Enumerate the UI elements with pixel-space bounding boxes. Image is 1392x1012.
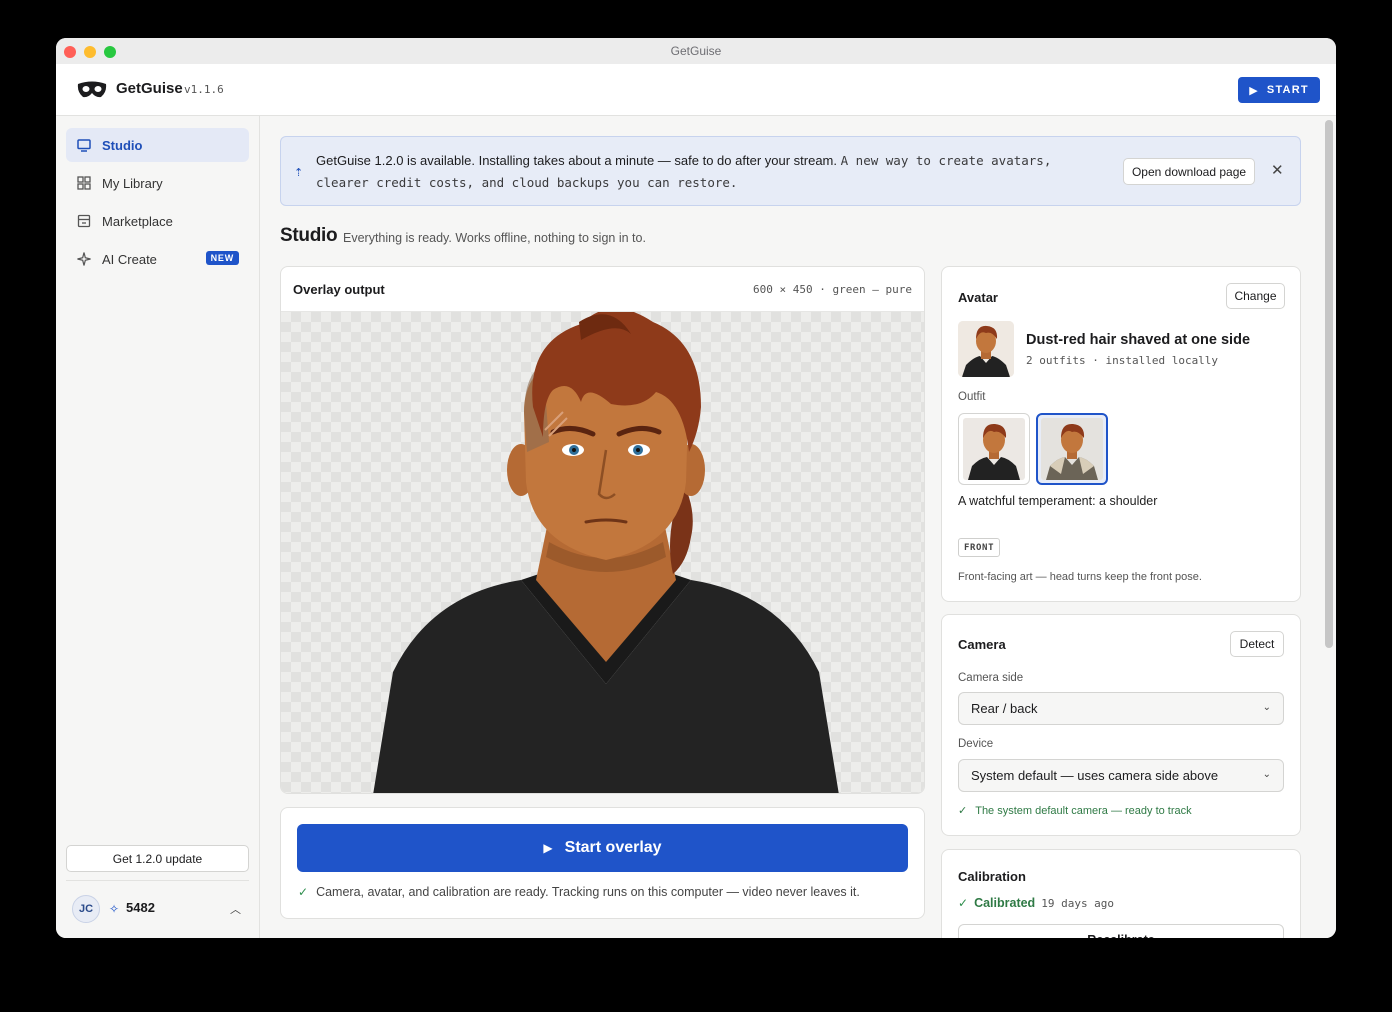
sidebar-item-label: My Library: [102, 175, 163, 191]
overlay-output-card: Overlay output 600 × 450 · green — pure: [280, 266, 925, 794]
app-window: GetGuise GetGuise v1.1.6 ▶ START Studio …: [56, 38, 1336, 938]
sidebar-item-label: Studio: [102, 137, 143, 153]
sidebar-item-label: Marketplace: [102, 213, 173, 229]
avatar-illustration: [373, 308, 839, 793]
ready-note-text: Camera, avatar, and calibration are read…: [316, 885, 860, 899]
calibration-card: Calibration ✓ Calibrated 19 days ago Rec…: [941, 849, 1301, 938]
calibration-ago: 19 days ago: [1041, 896, 1115, 910]
front-tag: FRONT: [958, 538, 1001, 557]
camera-card-title: Camera: [958, 637, 1006, 652]
banner-message: GetGuise 1.2.0 is available. Installing …: [316, 153, 837, 168]
outfit-label: Outfit: [958, 391, 986, 403]
check-icon: ✓: [298, 885, 309, 899]
outfit-description: A watchful temperament: a shoulder: [958, 494, 1158, 508]
banner-text: GetGuise 1.2.0 is available. Installing …: [316, 150, 1106, 194]
sidebar-item-label: AI Create: [102, 251, 157, 267]
play-icon: ▶: [543, 841, 553, 855]
chevron-down-icon: ⌄: [1262, 702, 1271, 713]
overlay-meta: 600 × 450 · green — pure: [753, 282, 912, 296]
avatar-name: Dust-red hair shaved at one side: [1026, 332, 1251, 348]
header-start-button[interactable]: ▶ START: [1238, 77, 1320, 103]
overlay-preview: [281, 308, 924, 793]
credit-balance: 5482: [126, 900, 155, 915]
monitor-icon: [76, 137, 92, 153]
camera-card: Camera Detect Camera side Rear / back ⌄ …: [941, 614, 1301, 836]
camera-side-select[interactable]: Rear / back ⌄: [958, 692, 1284, 725]
store-icon: [76, 213, 92, 229]
play-icon: ▶: [1249, 84, 1259, 97]
title-bar: GetGuise: [56, 38, 1336, 64]
device-value: System default — uses camera side above: [971, 768, 1219, 783]
avatar-thumbnail: [958, 321, 1014, 377]
sidebar-item-studio[interactable]: Studio: [66, 128, 249, 162]
avatar-card: Avatar Change Dust-red hair shaved at on…: [941, 266, 1301, 602]
recalibrate-button[interactable]: Recalibrate: [958, 924, 1284, 938]
window-title: GetGuise: [670, 44, 722, 58]
start-overlay-button[interactable]: ▶ Start overlay: [297, 824, 908, 872]
update-banner: ⇡ GetGuise 1.2.0 is available. Installin…: [280, 136, 1301, 206]
chevron-down-icon: ⌄: [1262, 769, 1271, 780]
start-overlay-label: Start overlay: [564, 839, 662, 856]
calibration-status: ✓ Calibrated 19 days ago: [958, 896, 1114, 910]
close-icon[interactable]: ✕: [1271, 161, 1284, 179]
check-icon: ✓: [958, 805, 968, 817]
calibration-status-text: Calibrated: [974, 896, 1036, 910]
overlay-card-header: Overlay output 600 × 450 · green — pure: [281, 267, 924, 312]
credits-sparkle-icon: ✧: [109, 902, 120, 916]
app-name: GetGuise: [116, 80, 183, 97]
main-content: ⇡ GetGuise 1.2.0 is available. Installin…: [260, 116, 1336, 938]
detect-camera-button[interactable]: Detect: [1230, 631, 1284, 657]
sparkle-icon: [76, 251, 92, 267]
camera-status-text: The system default camera — ready to tra…: [975, 804, 1192, 817]
get-update-button[interactable]: Get 1.2.0 update: [66, 845, 249, 872]
chevron-up-icon[interactable]: ︿: [230, 901, 241, 917]
overlay-title: Overlay output: [293, 281, 385, 297]
upload-icon: ⇡: [294, 167, 304, 179]
mask-logo-icon: [77, 81, 107, 98]
page-title: Studio: [280, 225, 338, 246]
header-start-label: START: [1266, 84, 1309, 96]
app-version: v1.1.6: [184, 83, 224, 96]
camera-side-value: Rear / back: [971, 701, 1038, 716]
start-overlay-card: ▶ Start overlay ✓ Camera, avatar, and ca…: [280, 807, 925, 919]
ready-note: ✓ Camera, avatar, and calibration are re…: [298, 885, 860, 899]
device-label: Device: [958, 738, 994, 750]
page-subtitle: Everything is ready. Works offline, noth…: [343, 231, 646, 245]
sidebar-item-my-library[interactable]: My Library: [66, 166, 249, 200]
check-icon: ✓: [958, 896, 969, 910]
avatar-card-title: Avatar: [958, 290, 998, 305]
front-note: Front-facing art — head turns keep the f…: [958, 571, 1202, 583]
outfit-option-2-selected[interactable]: [1036, 413, 1108, 485]
scrollbar-thumb[interactable]: [1325, 120, 1333, 648]
calibration-card-title: Calibration: [958, 869, 1026, 884]
camera-status: ✓ The system default camera — ready to t…: [958, 804, 1192, 818]
new-badge: NEW: [205, 251, 239, 265]
sidebar-item-ai-create[interactable]: AI Create NEW: [66, 242, 249, 276]
app-header: GetGuise v1.1.6 ▶ START: [56, 64, 1336, 116]
sidebar-divider: [66, 880, 249, 881]
sidebar-item-marketplace[interactable]: Marketplace: [66, 204, 249, 238]
change-avatar-button[interactable]: Change: [1226, 283, 1285, 309]
avatar-meta: 2 outfits · installed locally: [1026, 354, 1219, 367]
scrollbar[interactable]: [1322, 116, 1336, 938]
user-avatar[interactable]: JC: [72, 895, 100, 923]
outfit-option-1[interactable]: [958, 413, 1030, 485]
camera-side-label: Camera side: [958, 672, 1024, 684]
grid-icon: [76, 175, 92, 191]
device-select[interactable]: System default — uses camera side above …: [958, 759, 1284, 792]
sidebar: Studio My Library Marketplace AI Create …: [56, 116, 260, 938]
open-download-page-button[interactable]: Open download page: [1123, 158, 1255, 185]
